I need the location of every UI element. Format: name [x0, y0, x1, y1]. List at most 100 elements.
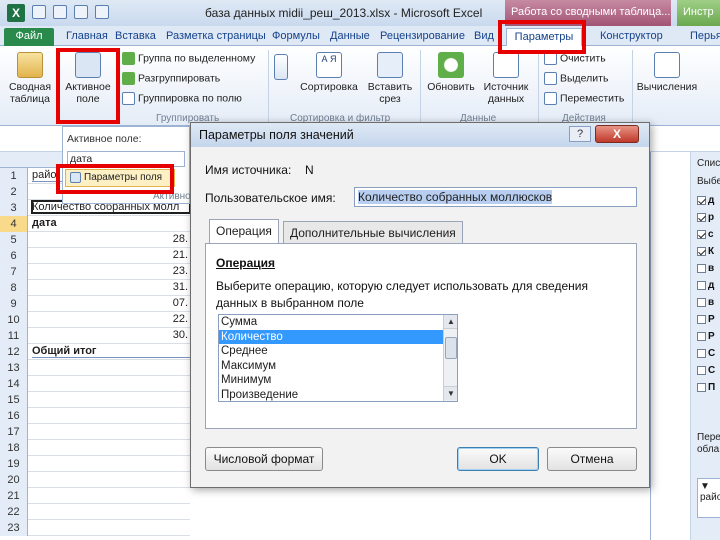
worksheet-grid[interactable]: 1 райо 2 3 Количество собранных молл 4 дата 5 28… [0, 152, 191, 540]
field-checkbox[interactable] [697, 349, 706, 358]
field-list-item[interactable]: П [697, 379, 720, 396]
table-row[interactable]: 6 21. [0, 248, 190, 264]
cell[interactable]: 23. [32, 265, 190, 277]
row-number[interactable]: 12 [0, 344, 28, 360]
table-row[interactable]: 12 Общий итог [0, 344, 190, 360]
listbox-scrollbar[interactable]: ▲ ▼ [443, 315, 457, 401]
row-number[interactable]: 15 [0, 392, 28, 408]
row-number[interactable]: 6 [0, 248, 28, 264]
cell[interactable]: 22. [32, 313, 190, 325]
select-button[interactable]: Выделить [544, 72, 608, 85]
table-row[interactable]: 8 31. [0, 280, 190, 296]
custom-name-input[interactable]: Количество собранных моллюсков [354, 187, 637, 207]
row-number[interactable]: 21 [0, 488, 28, 504]
field-list-item[interactable]: Р [697, 311, 720, 328]
cell[interactable]: 30. [32, 329, 190, 341]
row-number[interactable]: 17 [0, 424, 28, 440]
field-list-item[interactable]: в [697, 260, 720, 277]
group-selection-button[interactable]: Группа по выделенному [122, 52, 255, 65]
cell[interactable]: Общий итог [32, 345, 190, 358]
table-row[interactable]: 7 23. [0, 264, 190, 280]
operation-listbox[interactable]: Сумма Количество Среднее Максимум Минимум Про… [218, 314, 458, 402]
cell[interactable]: 28. [32, 233, 190, 245]
tab-design[interactable]: Конструктор [600, 28, 663, 46]
list-item[interactable]: Количество [219, 329, 457, 344]
redo-icon[interactable] [74, 5, 88, 19]
field-checkbox[interactable] [697, 366, 706, 375]
field-checkbox[interactable] [697, 332, 706, 341]
cell[interactable]: дата [32, 217, 190, 229]
table-row[interactable]: 23 [0, 520, 190, 536]
table-row[interactable]: 21 [0, 488, 190, 504]
cell[interactable]: 21. [32, 249, 190, 261]
data-source-button[interactable]: Источник данных [478, 52, 534, 105]
field-checkbox[interactable] [697, 247, 706, 256]
field-list-item[interactable]: С [697, 362, 720, 379]
tab-operation[interactable]: Операция [209, 219, 279, 245]
row-number[interactable]: 7 [0, 264, 28, 280]
pivot-table-button[interactable]: Сводная таблица [6, 52, 54, 105]
field-list-item[interactable]: д [697, 277, 720, 294]
insert-slicer-button[interactable]: Вставить срез [364, 52, 416, 105]
tab-data[interactable]: Данные [330, 28, 370, 46]
list-item[interactable]: Максимум [219, 359, 457, 374]
field-list-item[interactable]: Р [697, 328, 720, 345]
tab-overflow[interactable]: Перья [690, 28, 720, 46]
list-item[interactable]: Среднее [219, 344, 457, 359]
table-row[interactable]: 5 28. [0, 232, 190, 248]
scroll-thumb[interactable] [445, 337, 457, 359]
excel-logo-icon[interactable]: X [7, 4, 25, 22]
table-row[interactable]: 16 [0, 408, 190, 424]
save-icon[interactable] [32, 5, 46, 19]
sort-button[interactable]: А Я Сортировка [296, 52, 362, 93]
row-number[interactable]: 14 [0, 376, 28, 392]
field-checkbox[interactable] [697, 230, 706, 239]
field-checkbox[interactable] [697, 196, 706, 205]
table-row[interactable]: 9 07. [0, 296, 190, 312]
refresh-button[interactable]: Обновить [424, 52, 478, 93]
tab-file[interactable]: Файл [4, 28, 54, 46]
row-number[interactable]: 5 [0, 232, 28, 248]
row-number[interactable]: 23 [0, 520, 28, 536]
field-checkbox[interactable] [697, 315, 706, 324]
row-number[interactable]: 13 [0, 360, 28, 376]
calculations-button[interactable]: Вычисления [636, 52, 698, 93]
tab-view[interactable]: Вид [474, 28, 494, 46]
list-item[interactable]: Минимум [219, 373, 457, 388]
row-number[interactable]: 8 [0, 280, 28, 296]
row-number[interactable]: 1 [0, 168, 28, 184]
table-row[interactable]: 19 [0, 456, 190, 472]
row-number[interactable]: 20 [0, 472, 28, 488]
table-row[interactable]: 11 30. [0, 328, 190, 344]
tab-review[interactable]: Рецензирование [380, 28, 465, 46]
field-list-item[interactable]: С [697, 345, 720, 362]
cancel-button[interactable]: Отмена [547, 447, 637, 471]
undo-icon[interactable] [53, 5, 67, 19]
ok-button[interactable]: OK [457, 447, 539, 471]
field-list-item[interactable]: в [697, 294, 720, 311]
table-row[interactable]: 13 [0, 360, 190, 376]
row-number[interactable]: 2 [0, 184, 28, 200]
row-number[interactable]: 11 [0, 328, 28, 344]
field-checkbox[interactable] [697, 264, 706, 273]
row-number[interactable]: 10 [0, 312, 28, 328]
row-number[interactable]: 22 [0, 504, 28, 520]
list-item[interactable]: Произведение [219, 388, 457, 402]
field-list-item[interactable]: р [697, 209, 720, 226]
table-row[interactable]: 4 дата [0, 216, 190, 232]
table-row[interactable]: 14 [0, 376, 190, 392]
row-number[interactable]: 4 [0, 216, 28, 232]
row-number[interactable]: 16 [0, 408, 28, 424]
tab-home[interactable]: Главная [66, 28, 108, 46]
field-checkbox[interactable] [697, 298, 706, 307]
field-checkbox[interactable] [697, 213, 706, 222]
close-icon[interactable]: X [595, 125, 639, 143]
field-checkbox[interactable] [697, 383, 706, 392]
tab-page-layout[interactable]: Разметка страницы [166, 28, 266, 46]
tab-additional-calculations[interactable]: Дополнительные вычисления [283, 221, 463, 243]
report-filter-area[interactable]: ▼ райо [697, 478, 720, 518]
list-item[interactable]: Сумма [219, 315, 457, 330]
cell[interactable]: 07. [32, 297, 190, 309]
table-row[interactable]: 20 [0, 472, 190, 488]
table-row[interactable]: 18 [0, 440, 190, 456]
